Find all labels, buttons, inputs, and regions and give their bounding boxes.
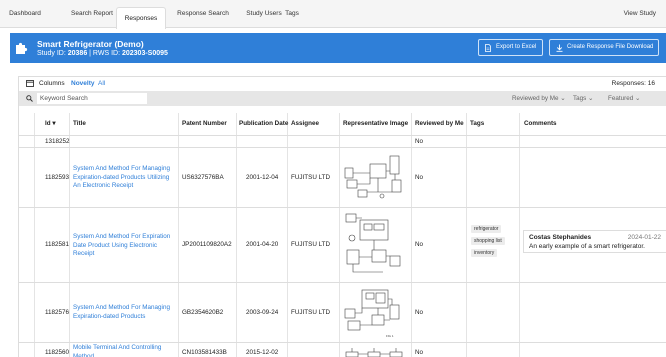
row-title-link[interactable]: System And Method For Managing Expiratio… xyxy=(73,165,176,191)
row-publication-date: 2003-09-24 xyxy=(246,309,279,316)
search-icon xyxy=(26,95,33,102)
col-header-reviewed-by-me[interactable]: Reviewed by Me xyxy=(415,113,464,135)
row-title-link[interactable]: System And Method For Expiration Date Pr… xyxy=(73,233,176,259)
puzzle-icon xyxy=(16,42,28,54)
row-title-link[interactable]: System And Method For Managing Expiratio… xyxy=(73,304,176,321)
view-study-link[interactable]: View Study xyxy=(624,0,656,28)
study-title: Smart Refrigerator (Demo) xyxy=(37,39,144,49)
patent-drawing-image[interactable]: FIG 1 xyxy=(342,285,407,340)
row-patent-number: CN103581433B xyxy=(182,349,227,356)
col-header-patent-number[interactable]: Patent Number xyxy=(182,113,227,135)
row-patent-number: JP2001109820A2 xyxy=(182,241,232,248)
keyword-search-input[interactable] xyxy=(37,93,147,104)
tab-dashboard[interactable]: Dashboard xyxy=(0,0,50,28)
row-patent-number: GB2354620B2 xyxy=(182,309,224,316)
study-header: Smart Refrigerator (Demo) Study ID: 2038… xyxy=(10,33,666,63)
comment-text: An early example of a smart refrigerator… xyxy=(529,243,645,250)
tag-badge[interactable]: shopping list xyxy=(471,237,505,245)
row-id: 1182593 xyxy=(45,174,70,181)
row-assignee: FUJITSU LTD xyxy=(291,241,331,248)
row-reviewed: No xyxy=(415,241,424,248)
columns-icon xyxy=(26,80,34,87)
file-icon xyxy=(485,44,491,52)
responses-count: Responses: 16 xyxy=(611,80,655,87)
patent-drawing-image[interactable] xyxy=(342,210,407,280)
comment-card: Costas Stephanides 2024-01-22 An early e… xyxy=(523,230,666,253)
row-id: 1182576 xyxy=(45,309,70,316)
row-title-link[interactable]: Mobile Terminal And Controlling Method xyxy=(73,344,176,357)
row-publication-date: 2001-12-04 xyxy=(246,174,279,181)
top-nav: Dashboard Search Report Responses Respon… xyxy=(0,0,666,29)
comment-date: 2024-01-22 xyxy=(627,234,661,241)
tags-filter-dropdown[interactable]: Tags ⌄ xyxy=(573,95,593,102)
study-ids: Study ID: 20386 | RWS ID: 202303-S0095 xyxy=(37,50,168,57)
columns-label: Columns xyxy=(39,80,65,87)
comment-author: Costas Stephanides xyxy=(529,234,592,241)
patent-drawing-image[interactable] xyxy=(342,344,407,357)
row-assignee: FUJITSU LTD xyxy=(291,309,331,316)
export-excel-button[interactable]: Export to Excel xyxy=(478,39,543,56)
col-header-assignee[interactable]: Assignee xyxy=(291,113,319,135)
tab-responses[interactable]: Responses xyxy=(116,7,166,29)
col-header-title[interactable]: Title xyxy=(73,113,86,135)
columns-bar: Columns Novelty All Responses: 16 xyxy=(19,77,666,91)
tab-tags[interactable]: Tags xyxy=(279,0,305,28)
tab-response-search[interactable]: Response Search xyxy=(167,0,239,28)
novelty-view-link[interactable]: Novelty xyxy=(71,80,94,87)
col-header-tags: Tags xyxy=(470,120,485,127)
patent-drawing-image[interactable] xyxy=(342,150,407,204)
tag-badge[interactable]: refrigerator xyxy=(471,225,502,233)
search-bar: Reviewed by Me ⌄ Tags ⌄ Featured ⌄ xyxy=(19,91,666,106)
all-view-link[interactable]: All xyxy=(98,80,105,87)
row-id: 1318252 xyxy=(45,138,70,145)
reviewed-filter-dropdown[interactable]: Reviewed by Me ⌄ xyxy=(512,95,566,102)
download-icon xyxy=(556,44,563,52)
col-header-representative-image: Representative Image xyxy=(343,120,409,127)
row-id: 1182581 xyxy=(45,241,70,248)
row-assignee: FUJITSU LTD xyxy=(291,174,331,181)
row-patent-number: US6327576BA xyxy=(182,174,224,181)
row-reviewed: No xyxy=(415,309,424,316)
row-reviewed: No xyxy=(415,138,424,145)
col-header-publication-date[interactable]: Publication Date xyxy=(239,113,288,135)
row-publication-date: 2001-04-20 xyxy=(246,241,279,248)
row-id: 1182560 xyxy=(45,349,70,356)
featured-filter-dropdown[interactable]: Featured ⌄ xyxy=(608,95,640,102)
create-response-file-button[interactable]: Create Response File Download xyxy=(549,39,659,56)
col-header-comments: Comments xyxy=(524,120,557,127)
tag-badge[interactable]: inventory xyxy=(471,249,498,257)
row-publication-date: 2015-12-02 xyxy=(246,349,279,356)
row-reviewed: No xyxy=(415,349,424,356)
row-reviewed: No xyxy=(415,174,424,181)
svg-text:FIG 1: FIG 1 xyxy=(386,334,394,338)
responses-panel: Columns Novelty All Responses: 16 Review… xyxy=(18,76,666,357)
col-header-id[interactable]: Id ▾ xyxy=(45,113,56,135)
